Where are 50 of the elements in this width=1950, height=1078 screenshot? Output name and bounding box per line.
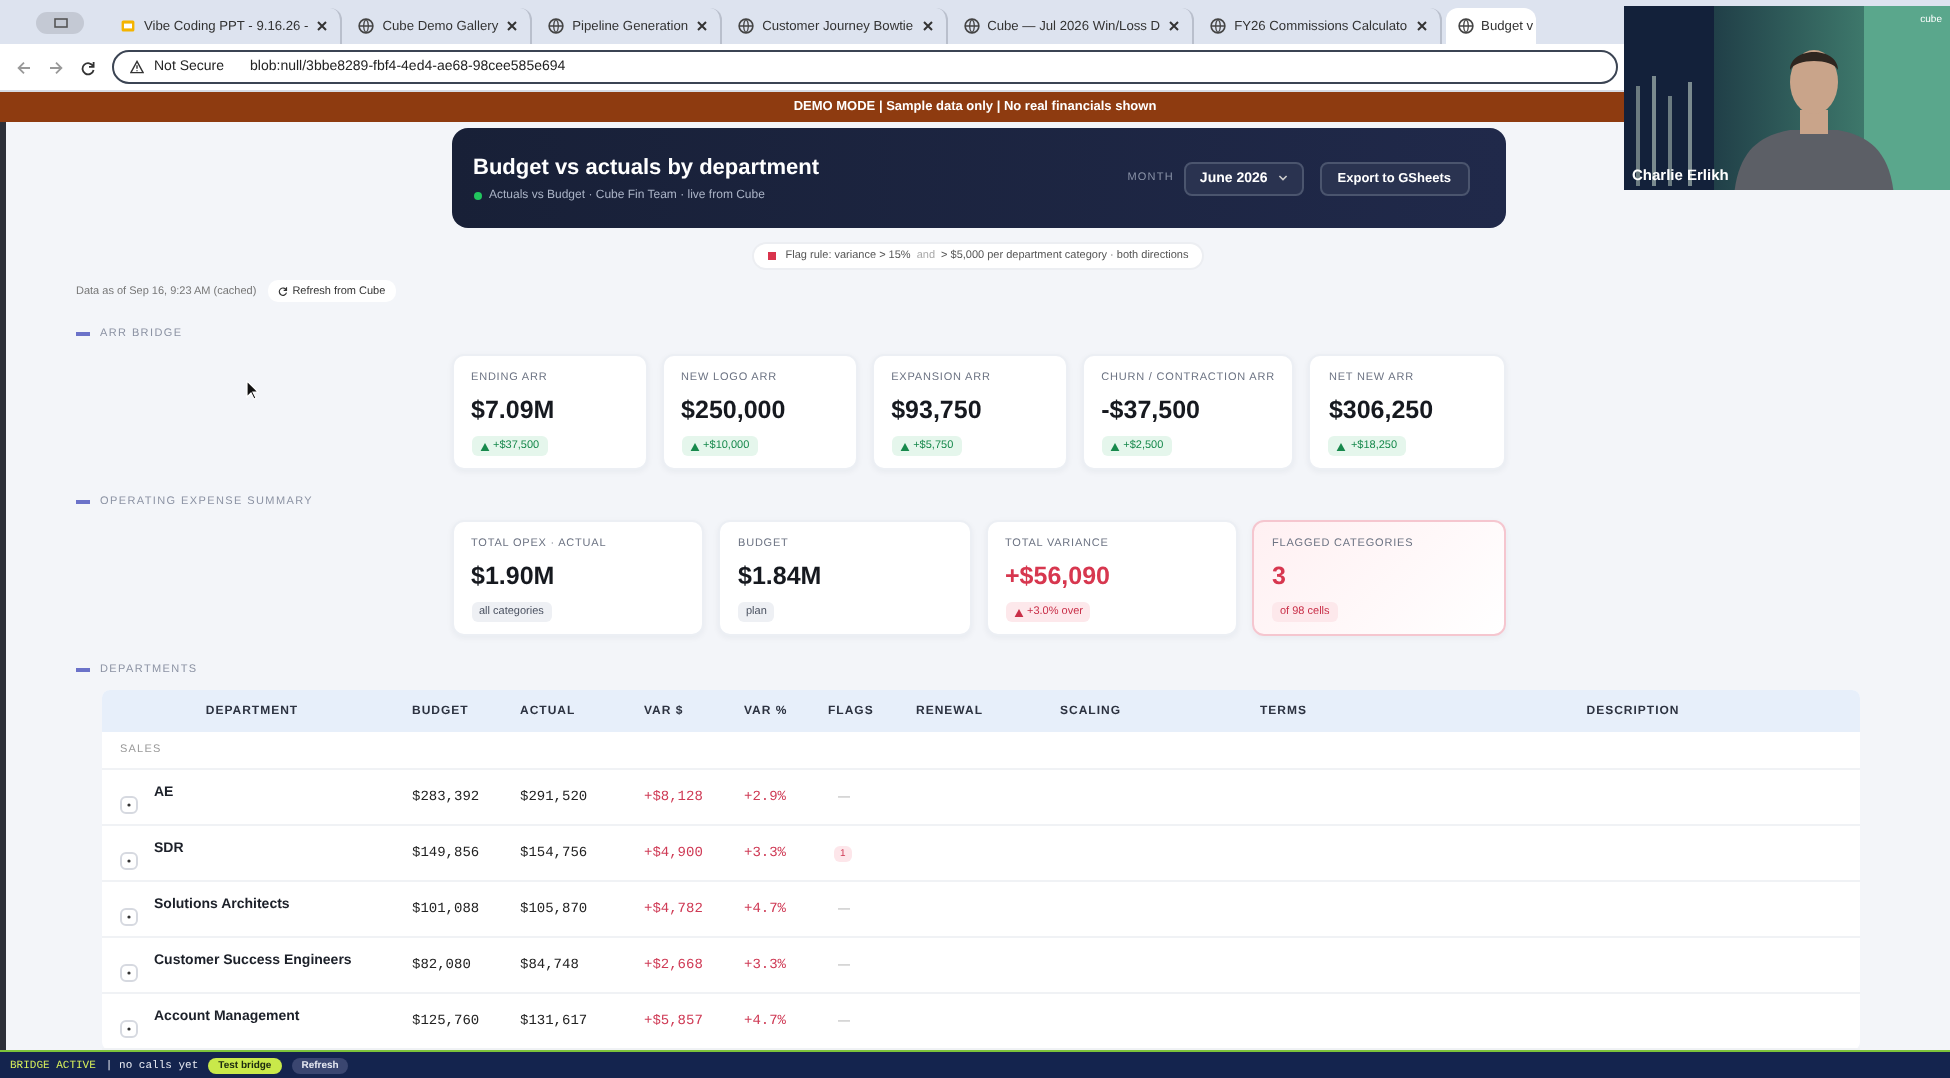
dot-icon (126, 969, 132, 975)
triangle-up-icon (1336, 441, 1347, 451)
triangle-up-icon (689, 441, 700, 451)
globe-icon (358, 18, 375, 34)
stat-value: $93,750 (891, 396, 982, 424)
close-icon[interactable] (921, 20, 934, 32)
page-title: Budget vs actuals by department (473, 155, 819, 179)
close-icon[interactable] (316, 20, 329, 32)
globe-icon (1210, 18, 1227, 34)
stat-value: $1.84M (738, 562, 822, 590)
triangle-up-icon (899, 441, 910, 451)
stat-value: 3 (1272, 562, 1286, 590)
globe-icon (1457, 18, 1474, 34)
dot-icon (126, 801, 132, 807)
window-icon (53, 18, 67, 28)
stat-value: $7.09M (471, 396, 555, 424)
stat-value: $1.90M (471, 562, 555, 590)
globe-icon (738, 18, 755, 34)
close-icon[interactable] (1415, 20, 1428, 32)
close-icon[interactable] (1168, 20, 1181, 32)
expand-button[interactable] (120, 963, 138, 981)
dot-icon (126, 857, 132, 863)
chevron-down-icon (1277, 174, 1288, 182)
tab-group-button[interactable] (36, 12, 84, 34)
triangle-up-icon (1013, 607, 1023, 617)
expand-button[interactable] (120, 795, 138, 813)
dot-icon (126, 1025, 132, 1031)
live-dot (473, 191, 481, 199)
expand-button[interactable] (120, 907, 138, 925)
close-icon[interactable] (506, 20, 519, 32)
cursor-icon (246, 380, 260, 400)
stat-value: $250,000 (681, 396, 786, 424)
stat-value: $306,250 (1328, 396, 1434, 424)
triangle-up-icon (1109, 441, 1120, 451)
stat-value: -$37,500 (1101, 396, 1200, 424)
back-icon[interactable] (16, 59, 32, 75)
reload-icon[interactable] (80, 59, 96, 75)
dot-icon (126, 913, 132, 919)
globe-icon (548, 18, 565, 34)
refresh-icon (278, 286, 289, 296)
triangle-up-icon (479, 441, 489, 451)
warning-icon (130, 60, 144, 74)
stat-value: +$56,090 (1005, 562, 1110, 590)
slides-icon (120, 18, 136, 34)
forward-icon[interactable] (48, 59, 64, 75)
globe-icon (963, 18, 980, 34)
close-icon[interactable] (696, 20, 709, 32)
expand-button[interactable] (120, 1019, 138, 1037)
expand-button[interactable] (120, 851, 138, 869)
flag-square-icon (767, 252, 776, 260)
